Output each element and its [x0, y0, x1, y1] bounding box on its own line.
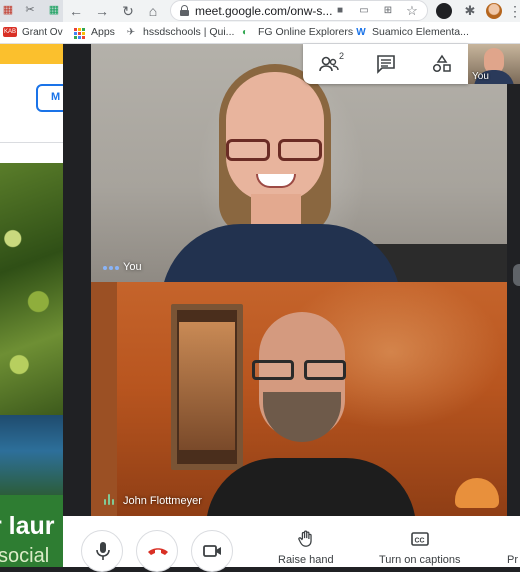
tab-favicon-icon[interactable]: ▦	[2, 4, 14, 16]
meet-stage: You John Flottmeyer	[63, 44, 520, 516]
background-tabstrip: ▦ ✂ ▦	[0, 0, 70, 22]
banner-text-line1: r laur	[0, 512, 55, 540]
phone-hangup-icon	[148, 548, 168, 555]
back-icon[interactable]: ←	[66, 1, 86, 21]
bird-icon: ✈	[126, 27, 136, 38]
fg-logo-icon: ◐	[241, 27, 249, 38]
glasses	[226, 139, 324, 163]
captions-button[interactable]: CC Turn on captions	[373, 516, 473, 567]
raise-hand-button[interactable]: Raise hand	[268, 516, 343, 567]
address-bar[interactable]: meet.google.com/onw-s... ■ ▭ ⊞ ☆	[170, 0, 428, 21]
background-banner	[0, 44, 70, 64]
more-options-dots-icon[interactable]	[103, 265, 119, 271]
microphone-button[interactable]	[81, 530, 123, 572]
lock-icon[interactable]	[180, 5, 189, 16]
bookmark-fg-online[interactable]: FG Online Explorers	[258, 26, 353, 38]
microphone-icon	[96, 542, 110, 560]
menu-icon[interactable]: ⋮	[505, 1, 520, 21]
participant-name-you: You	[123, 261, 142, 273]
bookmark-star-icon[interactable]: ☆	[405, 4, 419, 18]
mirror-glass	[179, 322, 235, 450]
side-panel-handle[interactable]	[513, 264, 520, 286]
self-preview[interactable]: You	[468, 44, 520, 84]
present-button[interactable]: Pr	[503, 516, 520, 567]
meet-control-bar: Raise hand CC Turn on captions Pr	[63, 516, 520, 572]
browser-toolbar: ← → ↻ ⌂ meet.google.com/onw-s... ■ ▭ ⊞ ☆…	[63, 0, 520, 22]
bookmark-grant[interactable]: Grant Ove	[22, 27, 68, 38]
people-icon[interactable]	[319, 54, 341, 74]
camera-icon[interactable]: ■	[333, 4, 347, 18]
activities-icon[interactable]	[431, 54, 453, 74]
hang-up-button[interactable]	[136, 530, 178, 572]
cast-icon[interactable]: ▭	[357, 4, 371, 18]
url-text[interactable]: meet.google.com/onw-s...	[195, 4, 332, 18]
chat-icon[interactable]	[375, 54, 397, 74]
background-bookmarks-bar: KAB Grant Ove	[0, 22, 70, 44]
participant-name-john: John Flottmeyer	[123, 495, 202, 507]
extension-grid-icon[interactable]: ⊞	[381, 4, 395, 18]
bookmark-apps[interactable]: Apps	[91, 26, 115, 38]
puzzle-icon[interactable]: ✱	[460, 1, 480, 21]
chrome-window: ← → ↻ ⌂ meet.google.com/onw-s... ■ ▭ ⊞ ☆…	[63, 0, 520, 572]
apps-grid-icon[interactable]	[74, 28, 85, 39]
svg-text:CC: CC	[415, 538, 425, 545]
forward-icon[interactable]: →	[92, 1, 112, 21]
w-logo-icon: W	[356, 27, 366, 38]
extension-icon[interactable]	[436, 3, 452, 19]
participant-beard	[263, 392, 341, 442]
home-icon[interactable]: ⌂	[143, 1, 163, 21]
video-camera-icon	[203, 545, 221, 557]
captions-label: Turn on captions	[379, 554, 461, 566]
moss-photo	[0, 163, 64, 415]
raise-hand-label: Raise hand	[278, 554, 334, 566]
bookmark-badge[interactable]: KAB	[3, 27, 18, 37]
banner-text-line2: social	[0, 545, 50, 567]
participant-shirt	[161, 224, 401, 282]
present-label: Pr	[507, 554, 518, 566]
reload-icon[interactable]: ↻	[118, 1, 138, 21]
background-window: ▦ ✂ ▦ KAB Grant Ove M r laur social	[0, 0, 70, 567]
meet-top-controls: 2	[303, 44, 468, 84]
glasses	[252, 360, 352, 382]
people-count: 2	[339, 51, 345, 61]
participant-tile-john[interactable]: John Flottmeyer	[91, 282, 507, 516]
raise-hand-icon	[298, 530, 312, 547]
camera-button[interactable]	[191, 530, 233, 572]
profile-avatar-icon[interactable]	[486, 3, 502, 19]
wall-shelf	[91, 282, 117, 516]
self-preview-label: You	[472, 71, 489, 82]
divider	[0, 142, 70, 143]
bookmark-suamico[interactable]: Suamico Elementa...	[372, 26, 469, 38]
bookmark-hssdschools[interactable]: hssdschools | Qui...	[143, 26, 234, 38]
nature-photo	[0, 415, 64, 495]
scissors-icon[interactable]: ✂	[24, 4, 36, 16]
audio-level-icon	[103, 494, 115, 506]
bookmarks-bar: Apps ✈ hssdschools | Qui... ◐ FG Online …	[63, 22, 520, 44]
sheets-icon[interactable]: ▦	[48, 4, 60, 16]
captions-icon: CC	[411, 532, 429, 546]
lamp	[455, 478, 499, 508]
